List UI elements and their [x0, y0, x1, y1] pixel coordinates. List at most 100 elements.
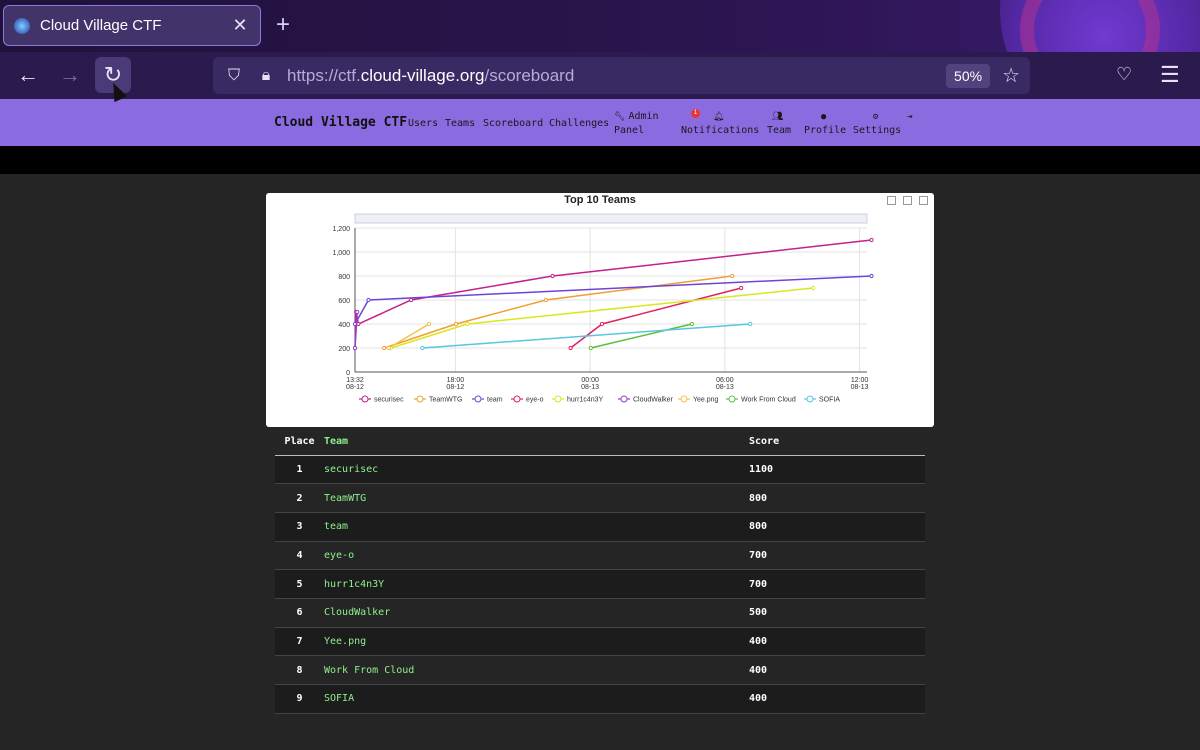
table-row: 7 Yee.png 400: [275, 627, 925, 657]
y-tick-label: 800: [338, 274, 350, 281]
lock-icon[interactable]: 🔒︎: [255, 65, 277, 87]
series-point: [599, 321, 605, 327]
browser-toolbar: ← → ↻ ⛉ 🔒︎ https://ctf.cloud-village.org…: [0, 52, 1200, 99]
series-line: [383, 275, 733, 349]
row-team-link[interactable]: team: [324, 512, 749, 542]
shield-icon[interactable]: ⛉: [223, 65, 245, 87]
legend-label: CloudWalker: [633, 397, 673, 404]
nav-admin-panel[interactable]: 🔧︎ Admin Panel: [614, 110, 666, 137]
logout-icon: ⇥: [907, 112, 913, 122]
table-row: 2 TeamWTG 800: [275, 483, 925, 513]
legend-label: hurr1c4n3Y: [567, 397, 604, 404]
series-point: [739, 285, 744, 291]
url-text[interactable]: https://ctf.cloud-village.org/scoreboard: [287, 66, 946, 86]
nav-team[interactable]: 👥︎ Team: [767, 110, 791, 137]
legend-marker: [416, 395, 424, 403]
legend-marker: [620, 395, 628, 403]
legend-label: securisec: [374, 397, 404, 404]
series-point: [453, 321, 459, 327]
bell-icon: 🔔︎: [712, 112, 725, 122]
back-button[interactable]: ←: [10, 57, 46, 93]
site-favicon-icon: [14, 17, 30, 34]
series-point: [386, 345, 391, 351]
download-icon[interactable]: [919, 196, 928, 205]
row-score: 800: [749, 512, 925, 542]
notification-badge: 1: [691, 109, 700, 118]
series-point: [465, 321, 470, 327]
table-row: 5 hurr1c4n3Y 700: [275, 569, 925, 599]
chart-canvas: 02004006008001,0001,20013:3208-1218:0008…: [332, 213, 874, 404]
row-team-link[interactable]: TeamWTG: [324, 483, 749, 513]
series-point: [543, 297, 548, 303]
nav-scoreboard[interactable]: Scoreboard: [483, 117, 543, 130]
row-team-link[interactable]: securisec: [324, 455, 749, 485]
zoom-icon[interactable]: [887, 196, 896, 205]
row-team-link[interactable]: Yee.png: [324, 627, 749, 657]
legend-label: Yee.png: [693, 397, 719, 404]
nav-challenges[interactable]: Challenges: [549, 117, 609, 130]
nav-settings[interactable]: ⚙︎ Settings: [853, 110, 901, 137]
nav-users[interactable]: Users: [408, 117, 438, 130]
header-team: Team: [324, 428, 749, 456]
row-team-link[interactable]: SOFIA: [324, 684, 749, 714]
table-row: 9 SOFIA 400: [275, 684, 925, 714]
row-team-link[interactable]: CloudWalker: [324, 598, 749, 628]
series-point: [366, 297, 371, 303]
row-team-link[interactable]: hurr1c4n3Y: [324, 569, 749, 599]
table-row: 8 Work From Cloud 400: [275, 655, 925, 685]
browser-tab-active[interactable]: Cloud Village CTF ✕: [3, 5, 261, 46]
legend-label: Work From Cloud: [741, 397, 796, 404]
page-header-band: [0, 146, 1200, 174]
series-line: [388, 323, 430, 349]
site-brand[interactable]: Cloud Village CTF: [274, 115, 407, 130]
close-tab-icon[interactable]: ✕: [230, 15, 250, 36]
table-row: 6 CloudWalker 500: [275, 598, 925, 628]
theme-decoration-ring: [1020, 0, 1160, 52]
pocket-icon[interactable]: ♡: [1116, 64, 1132, 85]
series-point: [352, 345, 358, 351]
nav-teams[interactable]: Teams: [445, 117, 475, 130]
series-line: [590, 323, 693, 349]
forward-button[interactable]: →: [52, 57, 88, 93]
row-score: 1100: [749, 455, 925, 485]
restore-icon[interactable]: [903, 196, 912, 205]
series-point: [427, 321, 432, 327]
series-point: [550, 273, 555, 279]
x-tick-label: 18:00: [447, 377, 465, 384]
legend-marker: [513, 395, 521, 403]
row-place: 8: [275, 655, 324, 685]
row-team-link[interactable]: Work From Cloud: [324, 655, 749, 685]
url-scheme: https://ctf.: [287, 65, 361, 85]
site-navbar: Cloud Village CTF Users Teams Scoreboard…: [0, 99, 1200, 146]
x-tick-label: 00:00: [581, 377, 599, 384]
table-row: 1 securisec 1100: [275, 455, 925, 485]
row-place: 6: [275, 598, 324, 628]
cogs-icon: ⚙︎: [872, 112, 879, 122]
row-place: 7: [275, 627, 324, 657]
legend-marker: [680, 395, 688, 403]
nav-logout[interactable]: ⇥: [907, 110, 915, 124]
x-tick-date: 08-13: [851, 384, 869, 391]
series-line: [390, 287, 814, 349]
series-point: [748, 321, 753, 327]
address-bar[interactable]: ⛉ 🔒︎ https://ctf.cloud-village.org/score…: [213, 57, 1030, 94]
row-team-link[interactable]: eye-o: [324, 541, 749, 571]
bookmark-star-icon[interactable]: ☆: [1002, 63, 1020, 88]
legend-label: team: [487, 397, 503, 404]
nav-team-label: Team: [767, 125, 792, 136]
nav-profile-label: Profile: [804, 125, 847, 136]
new-tab-button[interactable]: +: [276, 12, 290, 38]
zoom-level[interactable]: 50%: [946, 63, 991, 88]
row-score: 400: [749, 655, 925, 685]
series-point: [382, 345, 387, 351]
row-place: 3: [275, 512, 324, 542]
row-score: 500: [749, 598, 925, 628]
scoreboard-chart: 0 200 400 600 800 1,000 1,200 13:32 08-12 18:00 08…: [266, 193, 934, 427]
x-tick-label: 12:00: [851, 377, 869, 384]
nav-profile[interactable]: ● Profile: [804, 110, 846, 137]
header-place: Place: [275, 428, 324, 456]
hamburger-menu-icon[interactable]: ☰: [1160, 62, 1180, 88]
series-point: [730, 273, 735, 279]
series-point: [588, 345, 593, 351]
legend-marker: [806, 395, 814, 403]
